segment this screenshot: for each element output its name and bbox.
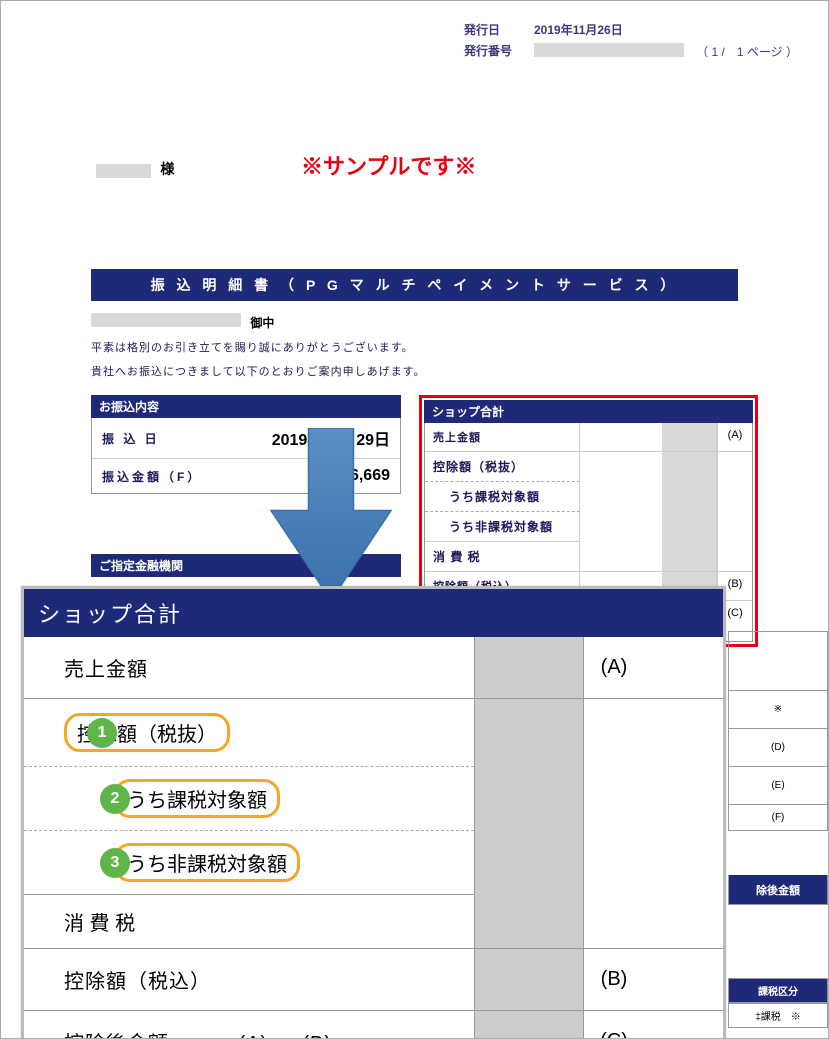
transfer-section-header: お振込内容 — [91, 395, 401, 418]
customer-name-redacted — [96, 164, 151, 178]
zoom-sales-tag: (A) — [584, 640, 644, 695]
shop-ctax-label: 消 費 税 — [425, 541, 580, 571]
document-title: 振 込 明 細 書 （ P G マ ル チ ペ イ メ ン ト サ ー ビ ス … — [91, 269, 738, 301]
partial-tag-d: (D) — [728, 729, 828, 767]
transfer-date-label: 振 込 日 — [102, 430, 212, 447]
zoom-deduct-inc-tag: (B) — [584, 952, 644, 1007]
zoom-after-tag: (C) — [584, 1014, 644, 1039]
document-header: 発行日 2019年11月26日 発行番号 （ 1 / 1 ページ ） — [26, 21, 803, 59]
customer-suffix: 様 — [160, 161, 174, 177]
partial-right-column: ※ (D) (E) (F) 除後金額 — [728, 631, 828, 905]
shop-nontaxable-label: うち非課税対象額 — [425, 511, 580, 541]
shop-taxable-label: うち課税対象額 — [425, 481, 580, 511]
shop-sales-label: 売上金額 — [425, 423, 580, 451]
zoom-section-header: ショップ合計 — [24, 589, 723, 637]
zoom-sales-label: 売上金額 — [24, 637, 474, 698]
badge-2: 2 — [100, 784, 130, 814]
partial-tag-f: (F) — [728, 805, 828, 831]
company-name-redacted — [91, 313, 241, 327]
issue-number-redacted — [534, 43, 684, 57]
zoom-deduct-inc-label: 控除額（税込） — [24, 949, 474, 1010]
callout-arrow-icon — [251, 428, 411, 611]
zoom-sales-value-redacted — [474, 637, 584, 698]
shop-mid-value-redacted — [662, 452, 717, 571]
partial-bottom-row: ‡課税 ※ — [728, 1003, 828, 1028]
shop-total-zoom: ショップ合計 売上金額 (A) 1 控除額（税抜） — [21, 586, 726, 1039]
zoom-ctax-label: 消 費 税 — [64, 907, 135, 936]
shop-section-header: ショップ合計 — [424, 400, 753, 423]
zoom-after-label: 控除後金額・・・ (A) － (B) — [24, 1011, 474, 1039]
shop-sales-tag: (A) — [717, 423, 752, 451]
partial-tag-e: (E) — [728, 767, 828, 805]
badge-1: 1 — [87, 718, 117, 748]
issue-date-label: 発行日 — [464, 21, 524, 38]
badge-3: 3 — [100, 848, 130, 878]
shop-sales-value-redacted — [662, 423, 717, 451]
partial-note: ※ — [728, 691, 828, 729]
issue-number-label: 発行番号 — [464, 42, 524, 59]
partial-after-amount-header: 除後金額 — [728, 875, 828, 905]
onchuu-suffix: 御中 — [250, 316, 274, 330]
page-number: （ 1 / 1 ページ ） — [696, 43, 798, 60]
partial-bottom-column: 課税区分 ‡課税 ※ — [728, 978, 828, 1028]
transfer-amount-label: 振込金額（F） — [102, 468, 212, 485]
zoom-taxable-label: うち課税対象額 — [127, 790, 267, 812]
zoom-mid-value-redacted — [474, 699, 584, 948]
zoom-after-value-redacted — [474, 1011, 584, 1039]
zoom-deduct-inc-value-redacted — [474, 949, 584, 1010]
shop-deduct-ex-label: 控除額（税抜） — [425, 452, 580, 481]
zoom-nontaxable-label: うち非課税対象額 — [127, 854, 287, 876]
greeting-line-1: 平素は格別のお引き立てを賜り誠にありがとうございます。 — [91, 339, 803, 355]
greeting-line-2: 貴社へお振込につきまして以下のとおりご案内申しあげます。 — [91, 363, 803, 379]
partial-bottom-header: 課税区分 — [728, 978, 828, 1003]
sample-watermark: ※サンプルです※ — [301, 149, 476, 181]
issue-date-value: 2019年11月26日 — [534, 21, 623, 38]
